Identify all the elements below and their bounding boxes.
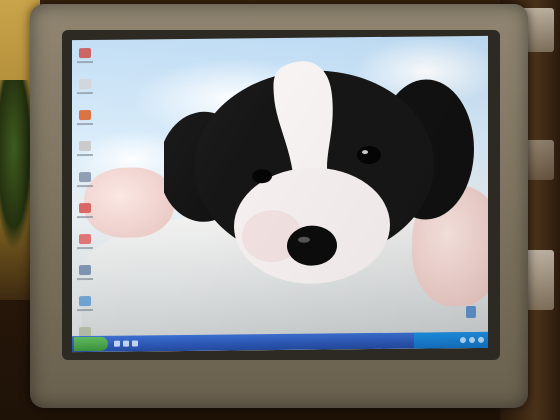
app-icon	[79, 264, 91, 276]
app-icon	[79, 140, 91, 152]
monitor-screen	[72, 35, 488, 353]
start-button[interactable]	[74, 336, 108, 352]
desktop-shortcut[interactable]	[76, 47, 94, 70]
quick-launch	[114, 340, 138, 347]
app-icon	[79, 78, 91, 90]
volume-icon[interactable]	[469, 336, 475, 344]
desktop-shortcut[interactable]	[76, 295, 94, 318]
desktop-shortcut[interactable]	[76, 171, 94, 194]
app-icon	[79, 295, 91, 307]
desktop-shortcut[interactable]	[76, 140, 94, 163]
desktop-arrow-icon[interactable]	[466, 305, 476, 319]
app-icon	[79, 233, 91, 245]
desktop-shortcut[interactable]	[76, 78, 94, 101]
app-icon	[79, 47, 91, 59]
desktop-shortcut[interactable]	[76, 202, 94, 225]
security-icon[interactable]	[478, 336, 484, 343]
ie-icon[interactable]	[114, 340, 120, 347]
system-tray	[414, 331, 488, 349]
desktop-shortcut[interactable]	[76, 109, 94, 132]
app-icon	[79, 171, 91, 183]
desktop-shortcut[interactable]	[76, 264, 94, 287]
app-icon	[79, 202, 91, 214]
desktop-icons	[76, 47, 102, 352]
plant	[0, 80, 34, 250]
puppy-wallpaper	[164, 61, 474, 284]
media-icon[interactable]	[132, 340, 138, 347]
app-icon	[79, 109, 91, 121]
desktop-icon[interactable]	[123, 340, 129, 347]
network-icon[interactable]	[460, 337, 466, 344]
desktop-shortcut[interactable]	[76, 233, 94, 256]
